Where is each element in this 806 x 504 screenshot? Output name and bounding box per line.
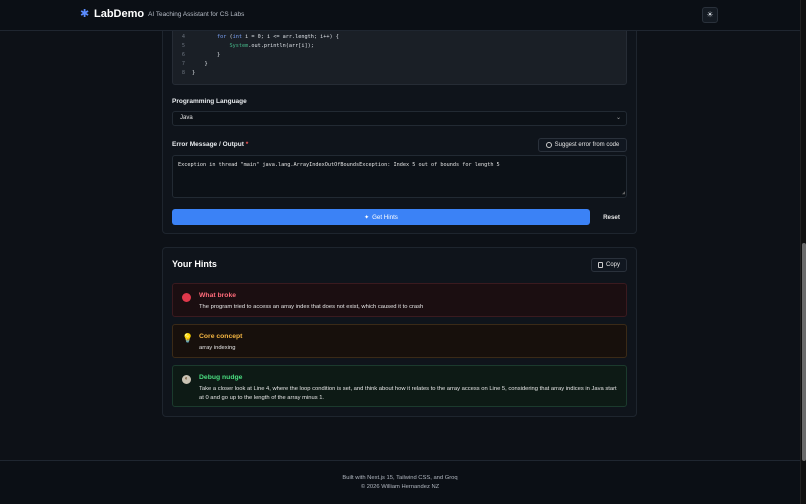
footer-copyright: © 2026 William Hernandez NZ [360, 484, 440, 490]
error-message-input[interactable]: Exception in thread "main" java.lang.Arr… [172, 155, 627, 198]
hint-title: Debug nudge [199, 374, 243, 381]
language-label: Programming Language [172, 98, 247, 105]
language-select[interactable]: Java ⌄ [172, 111, 627, 126]
reset-button[interactable]: Reset [596, 209, 627, 225]
code-line: 4 for (int i = 0; i <= arr.length; i++) … [181, 34, 339, 40]
code-line: 8} [181, 70, 196, 76]
sparkle-icon: ✱ [80, 7, 90, 20]
hint-what-broke: What broke The program tried to access a… [172, 283, 627, 317]
scrollbar-thumb[interactable] [802, 243, 806, 461]
copy-label: Copy [605, 262, 620, 268]
error-label: Error Message / Output * [172, 141, 249, 148]
clock-icon [545, 142, 552, 148]
brand[interactable]: ✱ LabDemo AI Teaching Assistant for CS L… [80, 8, 244, 20]
hint-title: What broke [199, 292, 237, 299]
chevron-down-icon: ⌄ [615, 115, 621, 121]
error-message-value: Exception in thread "main" java.lang.Arr… [178, 162, 500, 168]
required-mark: * [245, 141, 249, 148]
compass-icon: ◐ [182, 375, 191, 384]
hint-debug-nudge: ◐ Debug nudge Take a closer look at Line… [172, 365, 627, 407]
scrollbar[interactable] [800, 0, 806, 504]
copy-button[interactable]: Copy [591, 258, 627, 272]
resize-handle-icon[interactable]: ◢ [622, 190, 625, 196]
code-line: 5 System.out.println(arr[i]); [181, 43, 314, 49]
hints-title: Your Hints [172, 259, 217, 269]
sun-icon: ☀ [706, 10, 714, 19]
copy-icon [597, 262, 603, 268]
suggest-error-button[interactable]: Suggest error from code [538, 138, 627, 152]
theme-toggle-button[interactable]: ☀ [702, 7, 718, 23]
sparkle-icon: ✦ [364, 214, 370, 221]
footer: Built with Next.js 15, Tailwind CSS, and… [0, 460, 800, 504]
brand-tagline: AI Teaching Assistant for CS Labs [148, 11, 245, 18]
hint-text: The program tried to access an array ind… [199, 304, 424, 310]
hint-text: array indexing [199, 345, 236, 351]
get-hints-button[interactable]: ✦ Get Hints [172, 209, 590, 225]
hint-text: Take a closer look at Line 4, where the … [199, 386, 617, 401]
footer-credits: Built with Next.js 15, Tailwind CSS, and… [342, 475, 458, 481]
hint-core-concept: 💡 Core concept array indexing [172, 324, 627, 358]
red-circle-icon [182, 293, 191, 302]
hint-title: Core concept [199, 333, 243, 340]
code-line: 6 } [181, 52, 221, 58]
get-hints-label: Get Hints [372, 213, 398, 221]
code-line: 7 } [181, 61, 208, 67]
top-bar: ✱ LabDemo AI Teaching Assistant for CS L… [0, 0, 800, 31]
brand-name: LabDemo [94, 8, 145, 20]
language-value: Java [180, 115, 193, 121]
suggest-error-label: Suggest error from code [554, 142, 620, 148]
lightbulb-icon: 💡 [182, 333, 194, 343]
